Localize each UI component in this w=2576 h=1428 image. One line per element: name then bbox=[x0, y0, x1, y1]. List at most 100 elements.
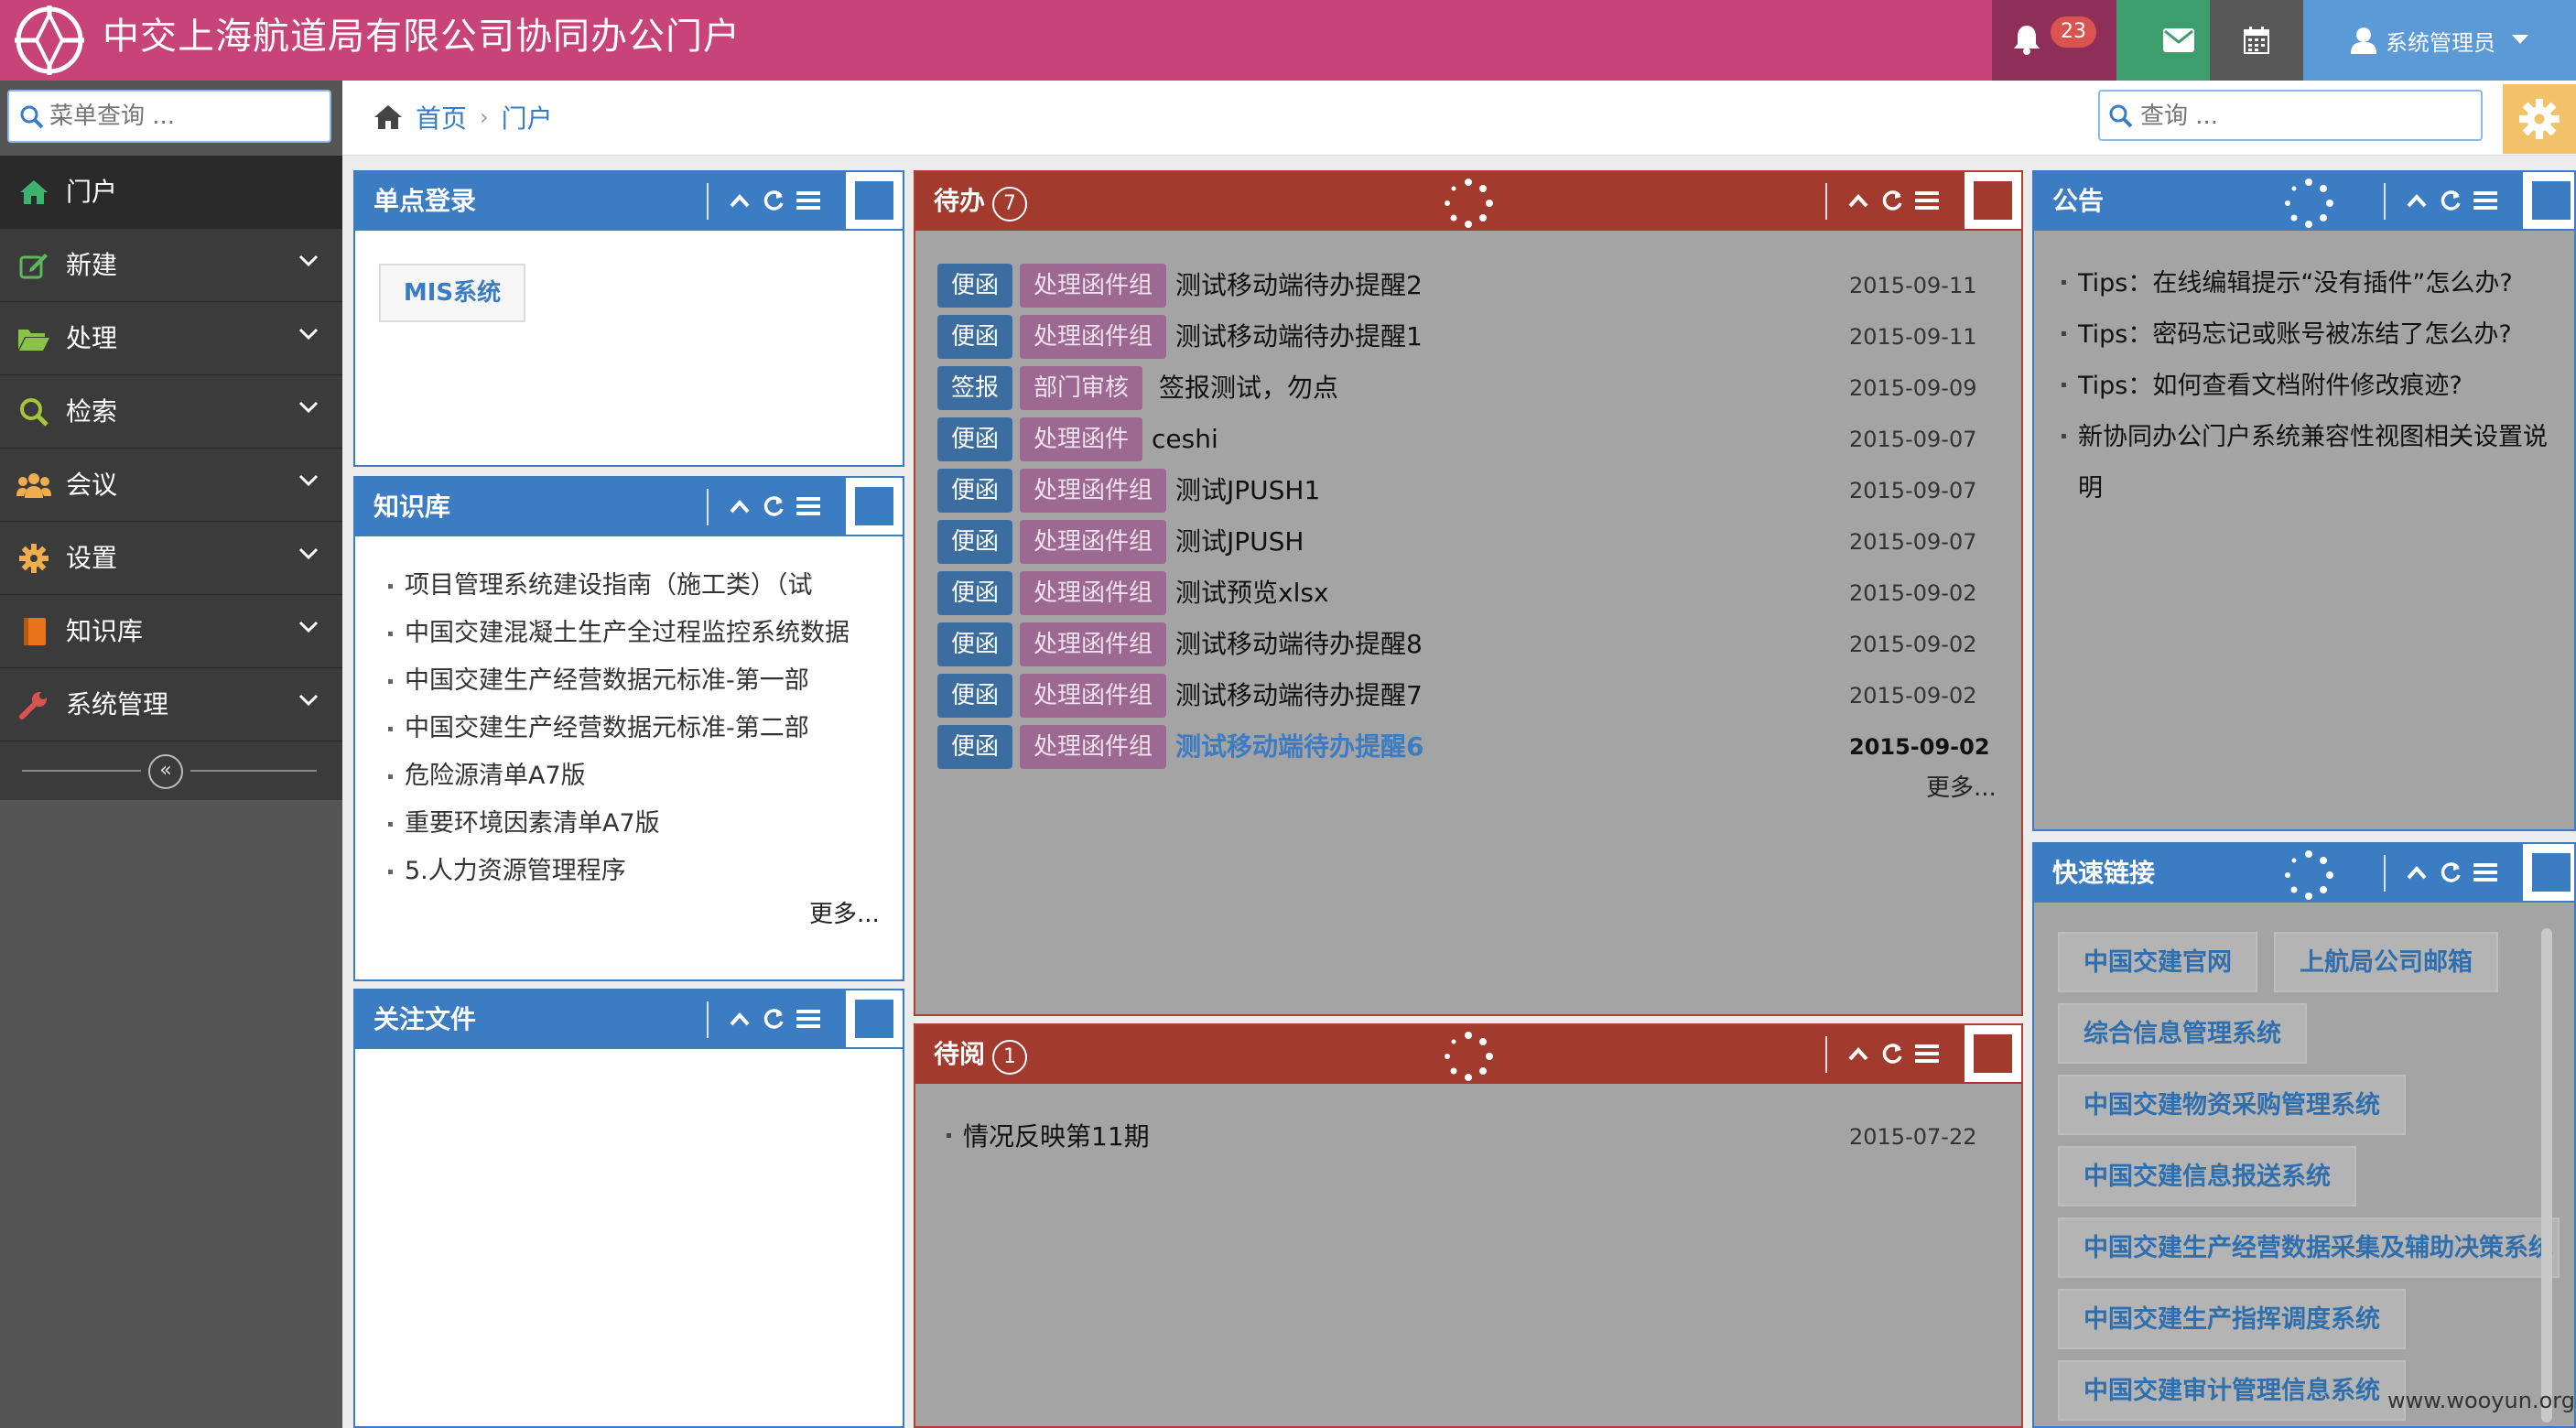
user-menu-button[interactable]: 系统管理员 bbox=[2303, 0, 2576, 81]
toread-title[interactable]: 情况反映第11期 bbox=[963, 1115, 1150, 1159]
todo-title[interactable]: 签报测试，勿点 bbox=[1159, 366, 1338, 410]
quick-link[interactable]: 中国交建官网 bbox=[2058, 932, 2257, 992]
todo-row[interactable]: 便函 处理函件组 测试移动端待办提醒2 2015-09-11 bbox=[937, 260, 2008, 308]
refresh-icon[interactable] bbox=[1880, 189, 1904, 212]
task-group-tag: 部门审核 bbox=[1020, 366, 1142, 410]
todo-title[interactable]: 测试移动端待办提醒6 bbox=[1175, 725, 1423, 769]
menu-icon[interactable] bbox=[1915, 1044, 1939, 1064]
list-item[interactable]: 中国交建生产经营数据元标准-第二部 bbox=[386, 705, 899, 752]
calendar-button[interactable] bbox=[2210, 0, 2303, 81]
menu-icon[interactable] bbox=[796, 190, 820, 211]
list-item[interactable]: 中国交建生产经营数据元标准-第一部 bbox=[386, 657, 899, 705]
sidebar-item-system-admin[interactable]: 系统管理 bbox=[0, 668, 342, 741]
sidebar-item-settings[interactable]: 设置 bbox=[0, 522, 342, 595]
refresh-icon[interactable] bbox=[762, 189, 785, 212]
collapse-sidebar-button[interactable]: « bbox=[148, 754, 183, 789]
todo-row[interactable]: 便函 处理函件组 测试移动端待办提醒8 2015-09-02 bbox=[937, 619, 2008, 666]
panel-color-toggle[interactable] bbox=[1964, 172, 2021, 229]
chevron-down-icon bbox=[298, 694, 319, 707]
todo-row[interactable]: 便函 处理函件组 测试预览xlsx 2015-09-02 bbox=[937, 568, 2008, 615]
sidebar-item-search[interactable]: 检索 bbox=[0, 375, 342, 449]
refresh-icon[interactable] bbox=[762, 494, 785, 518]
todo-title[interactable]: 测试移动端待办提醒1 bbox=[1175, 315, 1423, 359]
chevron-down-icon bbox=[298, 254, 319, 267]
quick-link[interactable]: 中国交建物资采购管理系统 bbox=[2058, 1075, 2406, 1135]
menu-icon[interactable] bbox=[1915, 190, 1939, 211]
settings-button[interactable] bbox=[2503, 84, 2576, 154]
chevron-up-icon[interactable] bbox=[2406, 863, 2428, 882]
loading-spinner-icon bbox=[1445, 178, 1493, 228]
panel-color-toggle[interactable] bbox=[1964, 1025, 2021, 1082]
list-item[interactable]: 5.人力资源管理程序 bbox=[386, 848, 899, 895]
list-item[interactable]: Tips：密码忘记或账号被冻结了怎么办? bbox=[2060, 309, 2554, 361]
quick-link[interactable]: 中国交建信息报送系统 bbox=[2058, 1146, 2356, 1206]
sidebar-item-knowledge[interactable]: 知识库 bbox=[0, 595, 342, 668]
chevron-up-icon[interactable] bbox=[729, 191, 751, 210]
chevron-up-icon[interactable] bbox=[729, 497, 751, 515]
refresh-icon[interactable] bbox=[2439, 189, 2462, 212]
sidebar-item-new[interactable]: 新建 bbox=[0, 229, 342, 302]
notifications-button[interactable]: 23 bbox=[1992, 0, 2116, 81]
menu-icon[interactable] bbox=[2473, 190, 2497, 211]
todo-row[interactable]: 签报 部门审核 签报测试，勿点 2015-09-09 bbox=[937, 362, 2008, 410]
panel-controls bbox=[729, 189, 820, 212]
list-item[interactable]: 新协同办公门户系统兼容性视图相关设置说明 bbox=[2060, 412, 2554, 514]
refresh-icon[interactable] bbox=[1880, 1042, 1904, 1066]
todo-title[interactable]: 测试JPUSH1 bbox=[1175, 469, 1320, 513]
panel-color-toggle[interactable] bbox=[846, 990, 903, 1047]
todo-title[interactable]: 测试JPUSH bbox=[1175, 520, 1304, 564]
menu-icon[interactable] bbox=[2473, 862, 2497, 882]
chevron-up-icon[interactable] bbox=[1847, 1044, 1869, 1063]
todo-row[interactable]: 便函 处理函件组 测试移动端待办提醒6 2015-09-02 bbox=[937, 721, 2008, 769]
doc-type-tag: 便函 bbox=[937, 571, 1012, 615]
top-search-input[interactable] bbox=[2140, 99, 2470, 134]
menu-search-input[interactable] bbox=[49, 99, 320, 134]
breadcrumb-current: 门户 bbox=[501, 103, 553, 134]
todo-row[interactable]: 便函 处理函件组 测试JPUSH 2015-09-07 bbox=[937, 516, 2008, 564]
quick-link[interactable]: 中国交建审计管理信息系统 bbox=[2058, 1360, 2406, 1421]
menu-search-box[interactable] bbox=[7, 90, 331, 143]
panel-color-toggle[interactable] bbox=[846, 478, 903, 535]
quick-link[interactable]: 中国交建生产指挥调度系统 bbox=[2058, 1289, 2406, 1349]
todo-title[interactable]: 测试移动端待办提醒2 bbox=[1175, 264, 1423, 308]
breadcrumb-home-link[interactable]: 首页 bbox=[416, 99, 467, 135]
quick-link[interactable]: 上航局公司邮箱 bbox=[2274, 932, 2498, 992]
list-item[interactable]: 重要环境因素清单A7版 bbox=[386, 800, 899, 848]
refresh-icon[interactable] bbox=[2439, 860, 2462, 884]
menu-icon[interactable] bbox=[796, 1009, 820, 1029]
todo-title[interactable]: 测试移动端待办提醒8 bbox=[1175, 622, 1423, 666]
menu-icon[interactable] bbox=[796, 496, 820, 516]
list-item[interactable]: Tips：如何查看文档附件修改痕迹? bbox=[2060, 361, 2554, 412]
todo-title[interactable]: ceshi bbox=[1152, 417, 1218, 461]
todo-row[interactable]: 便函 处理函件组 测试JPUSH1 2015-09-07 bbox=[937, 465, 2008, 513]
todo-row[interactable]: 便函 处理函件 ceshi 2015-09-07 bbox=[937, 414, 2008, 461]
chevron-up-icon[interactable] bbox=[729, 1010, 751, 1028]
quick-link[interactable]: 综合信息管理系统 bbox=[2058, 1003, 2307, 1064]
refresh-icon[interactable] bbox=[762, 1007, 785, 1031]
todo-row[interactable]: 便函 处理函件组 测试移动端待办提醒1 2015-09-11 bbox=[937, 311, 2008, 359]
panel-color-toggle[interactable] bbox=[2523, 172, 2574, 229]
sidebar-item-process[interactable]: 处理 bbox=[0, 302, 342, 375]
toread-row[interactable]: 情况反映第11期 2015-07-22 bbox=[937, 1111, 2008, 1159]
list-item[interactable]: 中国交建混凝土生产全过程监控系统数据 bbox=[386, 610, 899, 657]
more-link[interactable]: 更多... bbox=[809, 895, 880, 929]
mis-system-button[interactable]: MIS系统 bbox=[379, 264, 525, 322]
panel-color-toggle[interactable] bbox=[2523, 844, 2574, 901]
list-item[interactable]: Tips：在线编辑提示“没有插件”怎么办? bbox=[2060, 258, 2554, 309]
todo-row[interactable]: 便函 处理函件组 测试移动端待办提醒7 2015-09-02 bbox=[937, 670, 2008, 718]
sidebar-item-portal[interactable]: 门户 bbox=[0, 156, 342, 229]
list-item[interactable]: 危险源清单A7版 bbox=[386, 752, 899, 800]
panel-color-toggle[interactable] bbox=[846, 172, 903, 229]
todo-date: 2015-09-09 bbox=[1849, 375, 1977, 401]
chevron-up-icon[interactable] bbox=[2406, 191, 2428, 210]
todo-title[interactable]: 测试移动端待办提醒7 bbox=[1175, 674, 1423, 718]
list-item[interactable]: 项目管理系统建设指南（施工类）（试 bbox=[386, 562, 899, 610]
more-link[interactable]: 更多... bbox=[1926, 769, 1997, 803]
panel-title: 待阅 bbox=[934, 1039, 986, 1069]
todo-title[interactable]: 测试预览xlsx bbox=[1175, 571, 1329, 615]
sidebar-item-meeting[interactable]: 会议 bbox=[0, 449, 342, 522]
quick-link[interactable]: 中国交建生产经营数据采集及辅助决策系统 bbox=[2058, 1217, 2560, 1278]
scrollbar[interactable] bbox=[2541, 928, 2552, 1423]
top-search-box[interactable] bbox=[2098, 90, 2483, 141]
chevron-up-icon[interactable] bbox=[1847, 191, 1869, 210]
